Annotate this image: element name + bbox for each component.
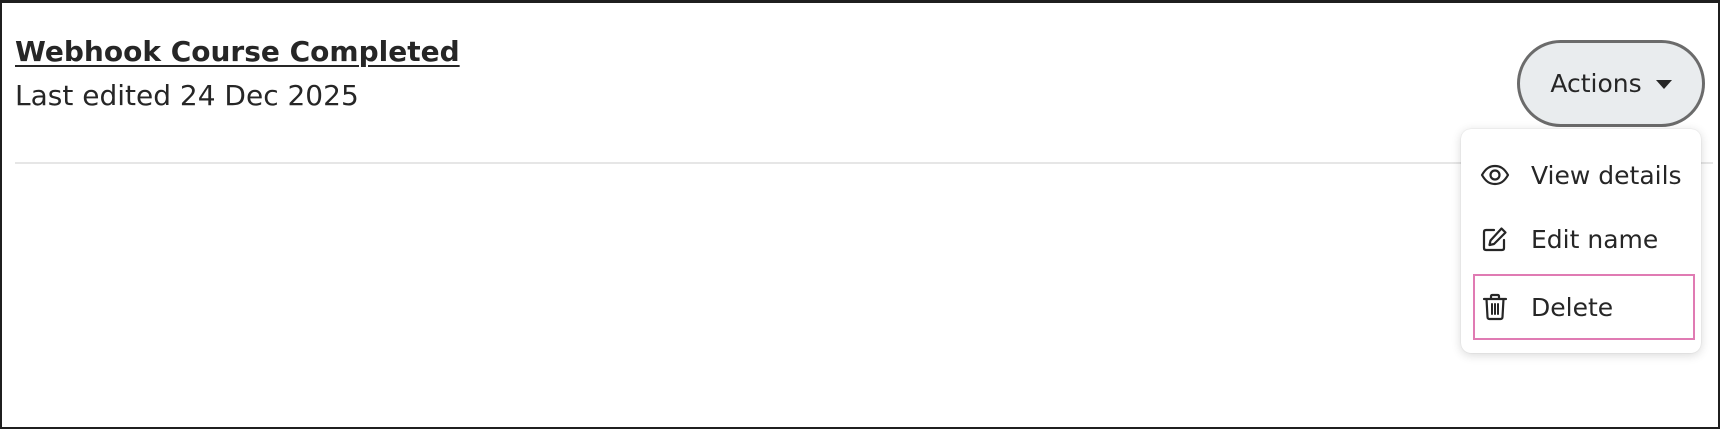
actions-menu: View details Edit name Delete (1461, 129, 1701, 353)
menu-item-view-details[interactable]: View details (1473, 143, 1695, 207)
actions-button[interactable]: Actions (1517, 40, 1705, 127)
item-title-link[interactable]: Webhook Course Completed (15, 35, 460, 68)
menu-item-label: Delete (1531, 292, 1614, 322)
eye-icon (1479, 159, 1511, 191)
menu-item-delete[interactable]: Delete (1473, 274, 1695, 340)
menu-item-label: Edit name (1531, 224, 1659, 254)
last-edited-text: Last edited 24 Dec 2025 (15, 79, 359, 112)
page-frame: Webhook Course Completed Last edited 24 … (0, 0, 1720, 429)
actions-button-label: Actions (1550, 69, 1642, 98)
trash-icon (1479, 291, 1511, 323)
menu-item-label: View details (1531, 160, 1682, 190)
menu-item-edit-name[interactable]: Edit name (1473, 207, 1695, 271)
caret-down-icon (1655, 80, 1672, 89)
row-divider (15, 162, 1713, 164)
edit-icon (1479, 223, 1511, 255)
